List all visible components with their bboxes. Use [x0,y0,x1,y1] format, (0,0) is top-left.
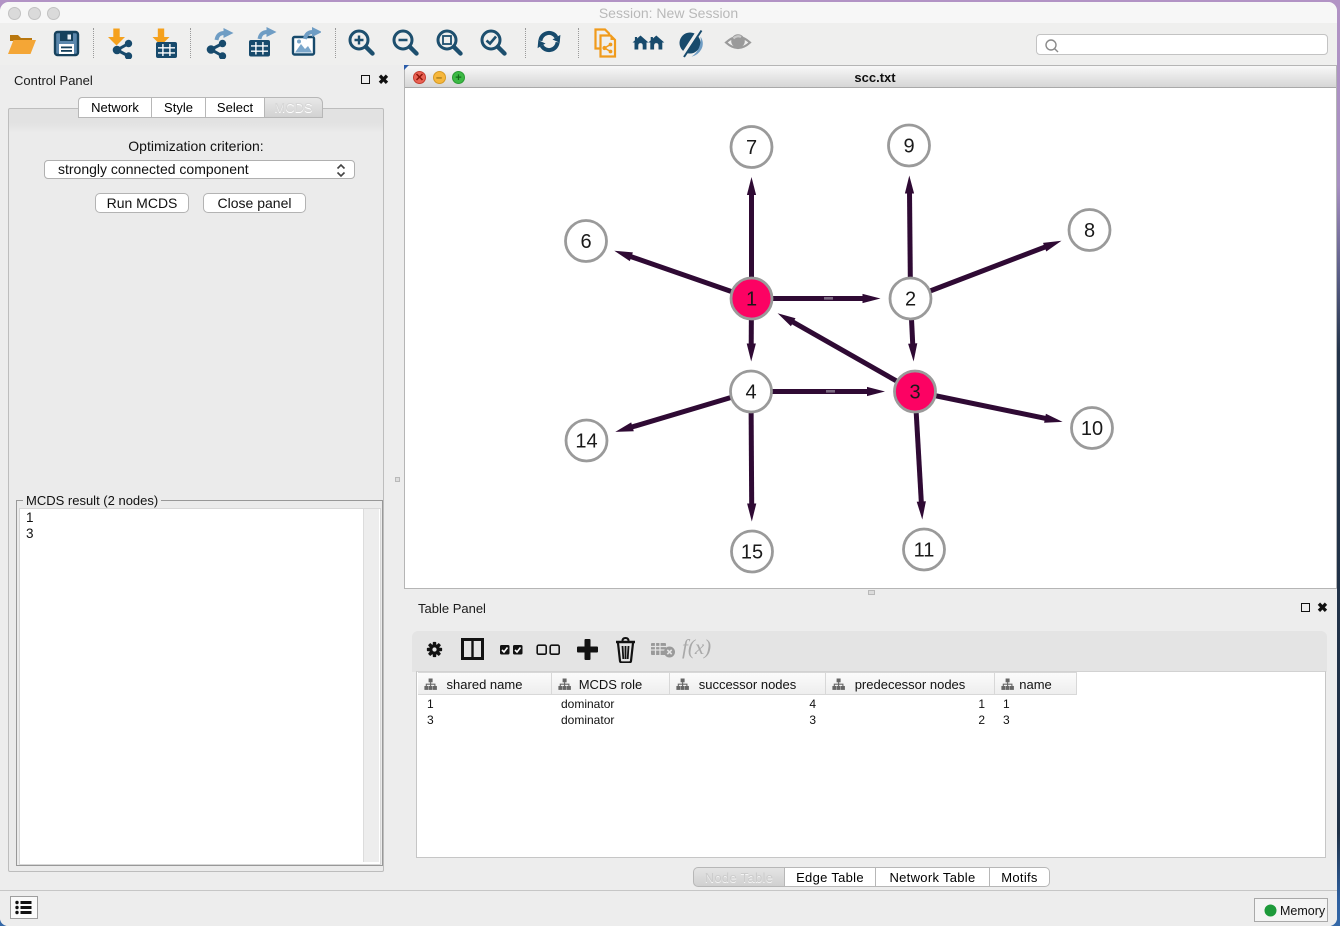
svg-text:15: 15 [741,542,763,564]
svg-text:6: 6 [580,231,591,253]
svg-text:4: 4 [745,382,756,404]
svg-text:1: 1 [746,289,757,311]
svg-text:14: 14 [575,431,597,453]
svg-text:3: 3 [909,382,920,404]
svg-text:2: 2 [905,289,916,311]
svg-text:11: 11 [914,540,935,562]
svg-text:7: 7 [746,137,757,159]
svg-text:9: 9 [903,136,914,158]
svg-text:10: 10 [1081,418,1103,440]
svg-text:8: 8 [1084,220,1095,242]
